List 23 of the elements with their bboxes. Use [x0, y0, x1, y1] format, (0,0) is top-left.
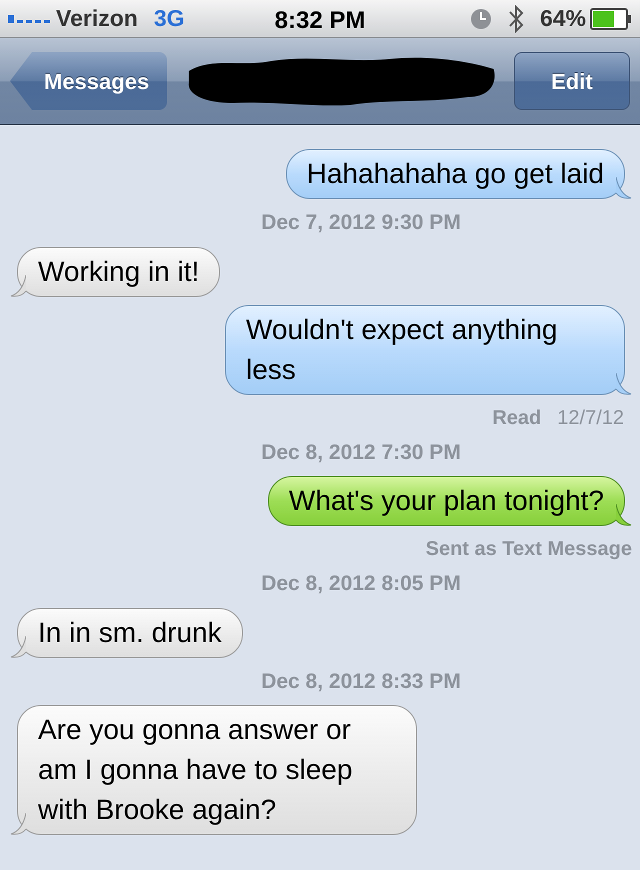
read-receipt-label: Read	[492, 406, 542, 428]
battery-percent: 64%	[540, 4, 586, 34]
carrier-name: Verizon	[56, 4, 138, 34]
bubble-tail-icon	[616, 504, 632, 526]
timestamp: Dec 8, 2012 8:05 PM	[261, 572, 461, 595]
signal-icon	[8, 14, 52, 22]
read-receipt-date: 12/7/12	[557, 406, 624, 428]
timestamp: Dec 8, 2012 8:33 PM	[261, 670, 461, 692]
clock-time: 8:32 PM	[274, 6, 366, 36]
battery-icon	[590, 8, 632, 30]
bubble-tail-icon	[616, 372, 632, 394]
bubble-tail-icon	[10, 636, 26, 658]
delivery-note: Sent as Text Message	[426, 538, 632, 560]
alarm-clock-icon	[470, 8, 492, 30]
back-button[interactable]: Messages	[10, 52, 168, 110]
bubble-tail-icon	[616, 177, 632, 199]
timestamp: Dec 8, 2012 7:30 PM	[261, 440, 461, 464]
bubble-tail-icon	[10, 274, 26, 296]
timestamp: Dec 7, 2012 9:30 PM	[261, 211, 461, 234]
edit-button[interactable]: Edit	[514, 52, 630, 110]
bubble-tail-icon	[10, 813, 26, 835]
network-type: 3G	[154, 4, 184, 34]
bluetooth-icon	[508, 4, 524, 32]
